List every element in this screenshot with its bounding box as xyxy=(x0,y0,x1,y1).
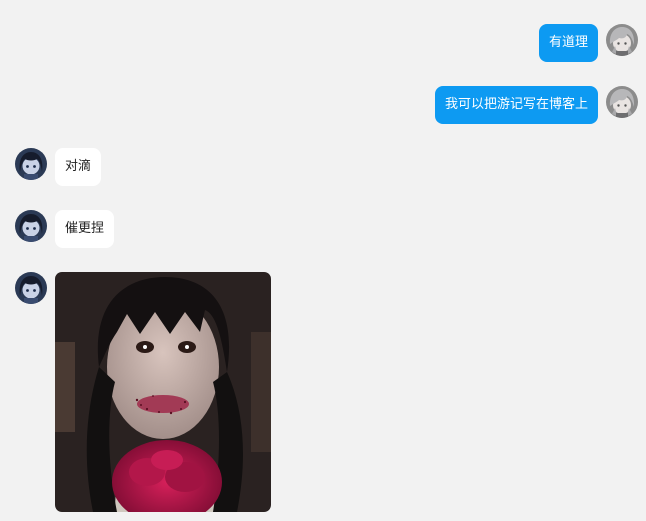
dark-haired-anime-avatar-icon[interactable] xyxy=(15,148,47,180)
message-bubble[interactable]: 有道理 xyxy=(538,24,598,62)
gray-haired-anime-avatar-icon[interactable] xyxy=(606,86,638,118)
photo-girl-with-bangs-and-red-flower-icon[interactable] xyxy=(55,272,271,512)
dark-haired-anime-avatar-icon[interactable] xyxy=(15,272,47,304)
message-incoming-image xyxy=(15,272,271,512)
message-incoming: 对滴 xyxy=(15,148,102,186)
message-bubble[interactable]: 催更捏 xyxy=(55,210,115,248)
message-bubble[interactable]: 我可以把游记写在博客上 xyxy=(434,86,598,124)
message-incoming: 催更捏 xyxy=(15,210,115,248)
chat-window: 有道理 我可以把游记写在博客上 对滴 催更捏 xyxy=(0,0,646,521)
dark-haired-anime-avatar-icon[interactable] xyxy=(15,210,47,242)
gray-haired-anime-avatar-icon[interactable] xyxy=(606,24,638,56)
message-outgoing: 有道理 xyxy=(538,24,638,62)
message-outgoing: 我可以把游记写在博客上 xyxy=(434,86,638,124)
message-bubble[interactable]: 对滴 xyxy=(55,148,102,186)
